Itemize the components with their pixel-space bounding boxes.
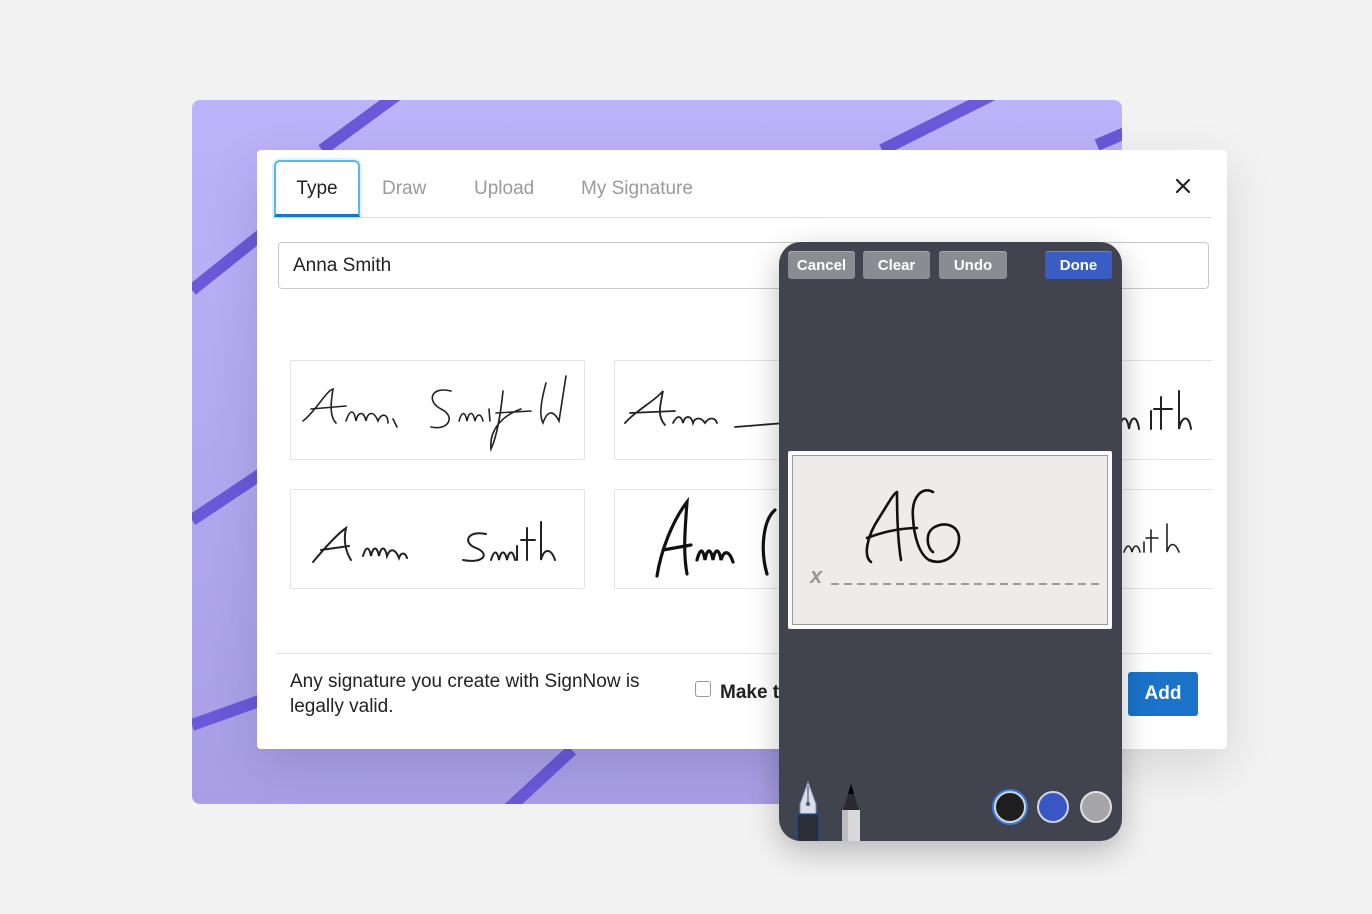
pad-undo-button[interactable]: Undo xyxy=(939,251,1007,279)
signature-style-option[interactable] xyxy=(290,489,585,589)
signature-baseline-x: x xyxy=(810,563,823,588)
signature-style-option[interactable] xyxy=(290,360,585,460)
add-button[interactable]: Add xyxy=(1128,672,1198,716)
marker-pen-tool[interactable] xyxy=(837,780,865,841)
drawn-initials xyxy=(865,489,961,564)
draw-signature-pad: Cancel Clear Undo Done x xyxy=(779,242,1122,841)
pad-clear-button[interactable]: Clear xyxy=(863,251,930,279)
signature-style-preview xyxy=(312,521,556,563)
make-default-label: Make t xyxy=(720,682,780,703)
legal-notice: Any signature you create with SignNow is… xyxy=(290,671,640,717)
signature-tabs: Type Draw Upload My Signature xyxy=(274,160,1212,218)
tab-upload[interactable]: Upload xyxy=(474,160,534,217)
pad-cancel-button[interactable]: Cancel xyxy=(788,251,855,279)
pad-done-button[interactable]: Done xyxy=(1045,251,1112,279)
close-icon xyxy=(1175,178,1191,194)
tab-my-signature[interactable]: My Signature xyxy=(581,160,693,217)
close-button[interactable] xyxy=(1169,172,1197,200)
tab-type[interactable]: Type xyxy=(274,160,360,217)
drawing-canvas[interactable]: x xyxy=(788,451,1112,629)
color-swatch-gray[interactable] xyxy=(1080,791,1112,823)
color-swatch-black[interactable] xyxy=(994,791,1026,823)
make-default-checkbox[interactable] xyxy=(695,681,711,697)
tab-draw[interactable]: Draw xyxy=(382,160,426,217)
drawn-signature xyxy=(831,489,1101,585)
fountain-pen-tool[interactable] xyxy=(794,780,822,841)
signature-style-preview xyxy=(302,375,567,452)
color-swatch-blue[interactable] xyxy=(1037,791,1069,823)
drawing-canvas-area[interactable]: x xyxy=(792,455,1108,625)
fountain-pen-icon xyxy=(796,780,820,841)
marker-pen-icon xyxy=(842,784,860,841)
